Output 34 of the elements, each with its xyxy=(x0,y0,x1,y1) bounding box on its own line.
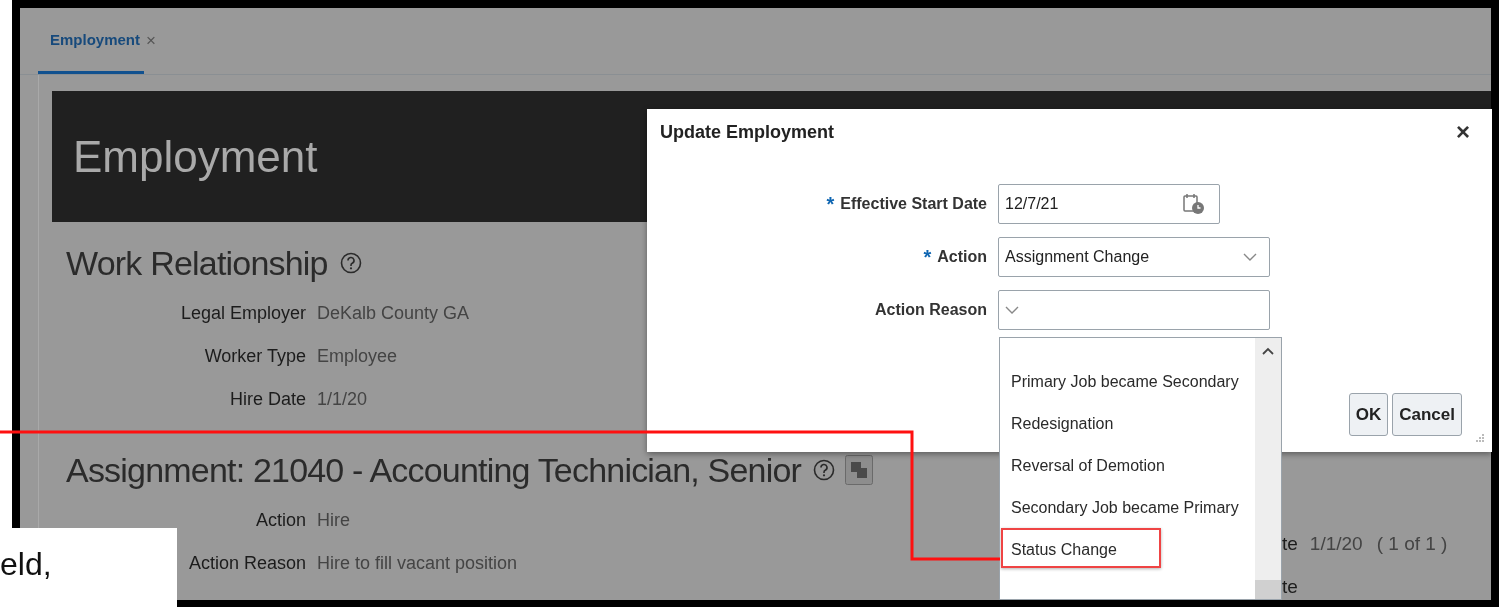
dropdown-field[interactable]: Assignment Change xyxy=(998,237,1270,277)
dropdown-option[interactable]: Reversal of Demotion xyxy=(1001,444,1209,484)
field-label: te xyxy=(1282,532,1298,556)
field-label: Legal Employer xyxy=(179,302,306,325)
dialog-button[interactable]: Cancel xyxy=(1392,393,1462,436)
dropdown-option[interactable]: Primary Job became Secondary xyxy=(1001,360,1255,400)
pager-text: ( 1 of 1 ) xyxy=(1376,532,1448,556)
section-title: Work Relationship xyxy=(66,243,328,283)
dropdown-option[interactable]: Status Change xyxy=(1001,528,1161,568)
field-label: Effective Start Date xyxy=(840,195,987,213)
field-value: Employee xyxy=(317,345,399,368)
field-label: Action Reason xyxy=(187,552,306,575)
field-label: Action Reason xyxy=(875,301,987,319)
field-label: Action xyxy=(254,509,306,532)
field-label: Worker Type xyxy=(203,345,306,368)
field-label: Hire Date xyxy=(228,388,306,411)
dropdown-option[interactable]: Secondary Job became Primary xyxy=(1001,486,1255,526)
required-mark: * xyxy=(923,245,932,269)
dialog-title: Update Employment xyxy=(660,121,835,143)
field-value: 1/1/20 xyxy=(1309,532,1363,556)
section-title: Assignment: 21040 - Accounting Technician, Senior xyxy=(66,450,802,490)
field-value: Hire to fill vacant position xyxy=(317,552,518,575)
callout-text: eld, xyxy=(0,528,177,607)
field-value: Hire xyxy=(317,509,351,532)
close-button[interactable]: × xyxy=(1456,118,1470,146)
field-label: te xyxy=(1282,575,1298,599)
dropdown-option[interactable]: Redesignation xyxy=(1001,402,1158,442)
dialog-button[interactable]: OK xyxy=(1348,393,1389,436)
date-field[interactable]: 12/7/21 xyxy=(998,184,1220,224)
field-value: 1/1/20 xyxy=(317,388,369,411)
required-mark: * xyxy=(826,192,835,216)
page-title: Employment xyxy=(73,131,318,182)
field-label: Action xyxy=(937,248,987,266)
field-value: DeKalb County GA xyxy=(317,302,470,325)
